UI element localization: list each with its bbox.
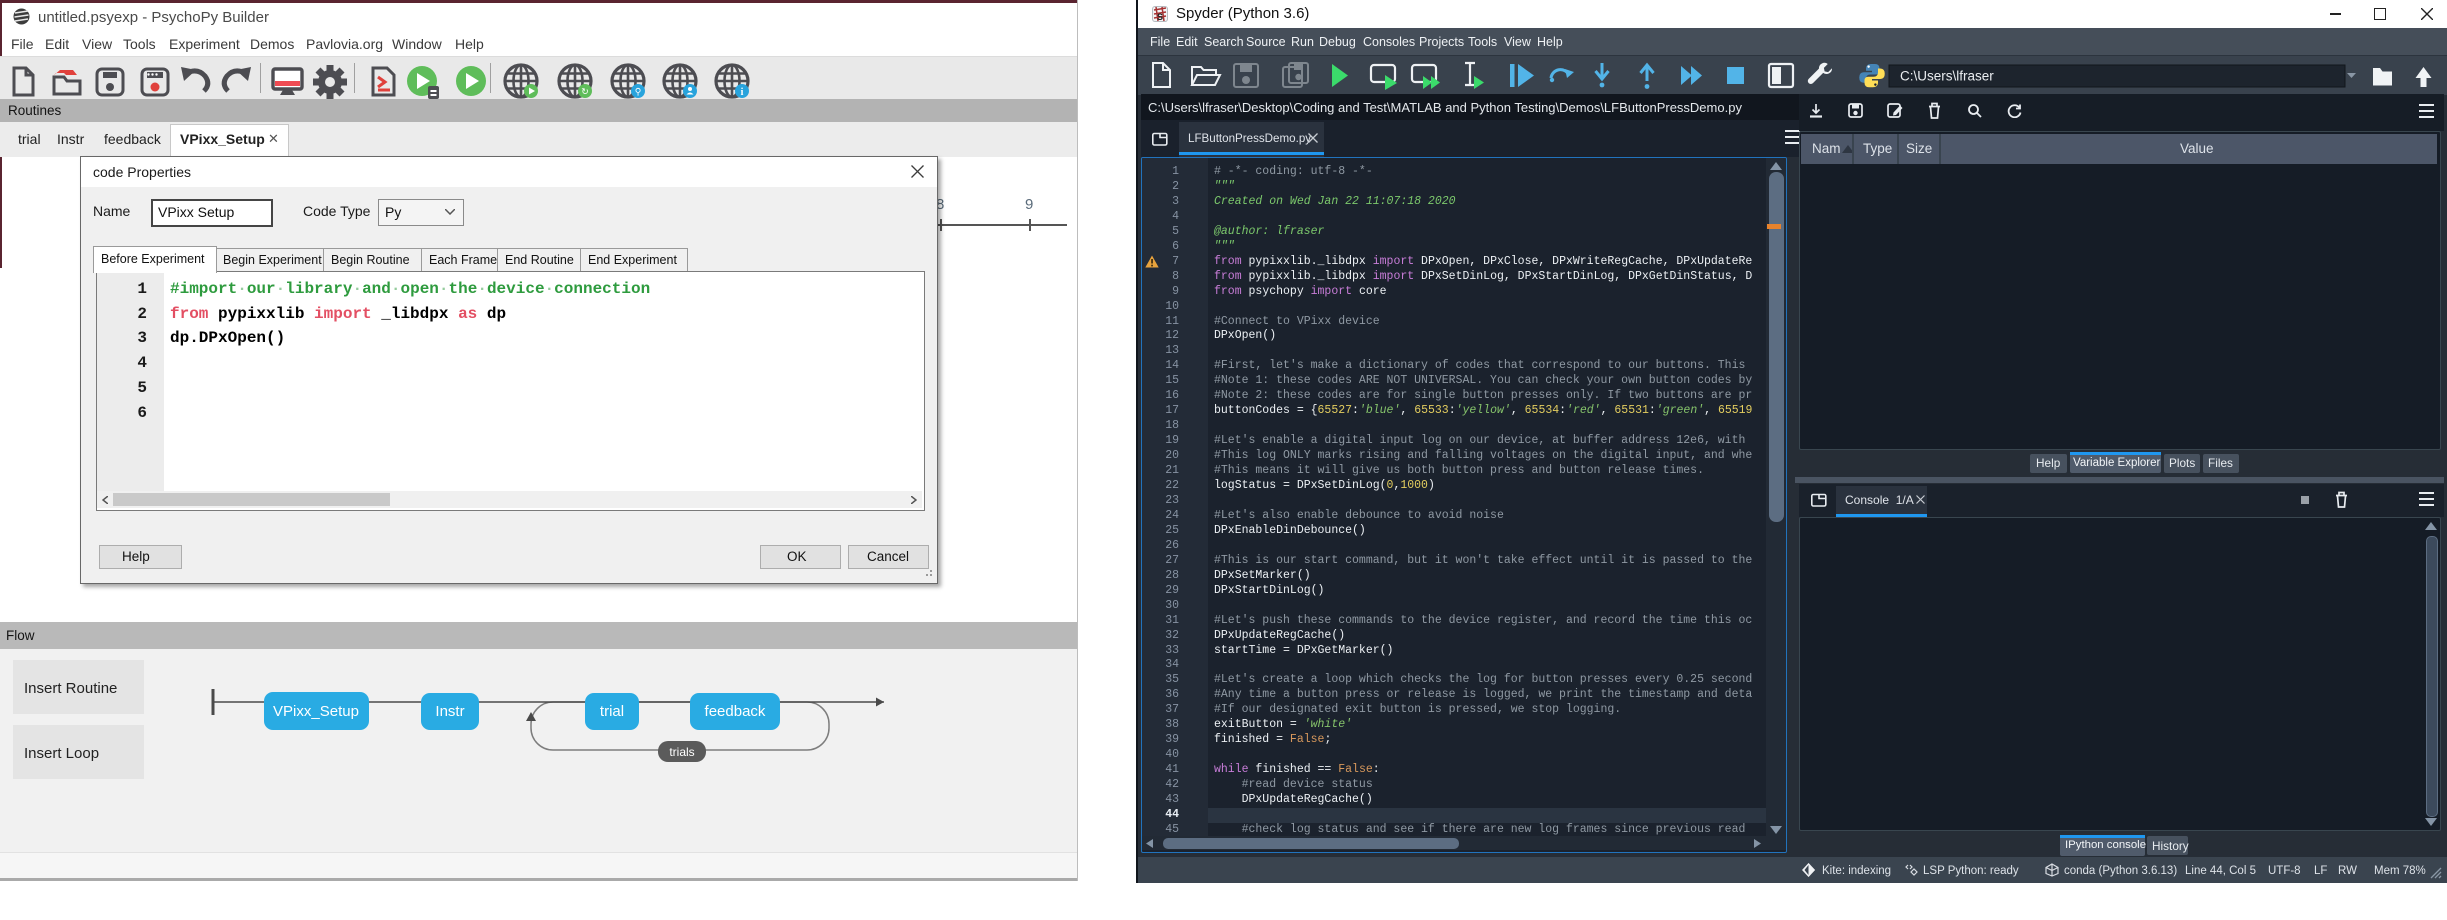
svg-text:trials: trials: [669, 745, 694, 759]
svg-text:↻: ↻: [581, 87, 589, 97]
svg-text:S: S: [1157, 12, 1163, 22]
svg-text:feedback: feedback: [705, 703, 766, 720]
svg-text:VPixx_Setup: VPixx_Setup: [273, 703, 359, 720]
svg-text:Instr: Instr: [435, 703, 464, 720]
svg-text:i: i: [741, 87, 744, 98]
svg-text:C:\Users\lfraser: C:\Users\lfraser: [1900, 69, 1994, 84]
svg-text:trial: trial: [600, 703, 624, 720]
svg-text:⚲: ⚲: [635, 87, 642, 97]
